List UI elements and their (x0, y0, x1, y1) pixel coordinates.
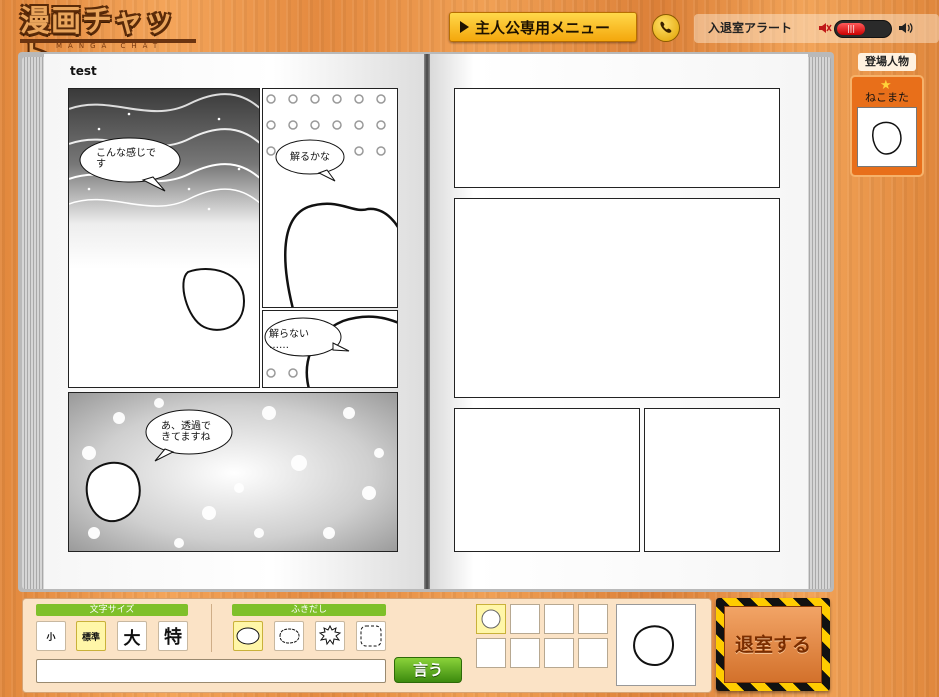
speech-bubble-2: 解るかな (273, 137, 351, 183)
face-slot-7[interactable] (544, 638, 574, 668)
shout-bubble-icon[interactable] (315, 621, 345, 651)
panel-background-sparkle (69, 89, 259, 387)
panel-background-swirl (266, 94, 397, 307)
font-size-special-button[interactable]: 特 (158, 621, 188, 651)
face-slot-1[interactable] (476, 604, 506, 634)
face-slot-3[interactable] (544, 604, 574, 634)
face-slot-8[interactable] (578, 638, 608, 668)
face-slot-5[interactable] (476, 638, 506, 668)
alert-toggle-knob[interactable]: ||| (837, 23, 865, 35)
book-spine (424, 54, 430, 589)
empty-panel-3 (454, 408, 640, 552)
protagonist-menu-button[interactable]: 主人公専用メニュー (449, 12, 637, 42)
speech-bubble-1-line-2: す (96, 159, 106, 170)
phone-icon[interactable] (652, 14, 680, 42)
volume-icon[interactable] (898, 21, 914, 35)
alert-toggle[interactable]: ||| (834, 20, 892, 38)
speech-bubble-3-line-1: 解らない (269, 329, 309, 340)
font-size-small-button[interactable]: 小 (36, 621, 66, 651)
app-logo: 漫画チャット MANGA CHAT (20, 5, 198, 73)
oval-bubble-icon[interactable] (233, 621, 263, 651)
speech-bubble-4-line-2: きてますね (161, 432, 211, 443)
entry-alert-label: 入退室アラート (708, 21, 793, 35)
manga-panel-2: 解るかな (262, 88, 398, 308)
book-pages-edge-left (22, 57, 46, 589)
bubble-style-label: ふきだし (232, 604, 386, 616)
exit-button-frame: 退室する (716, 598, 830, 691)
say-button[interactable]: 言う (394, 657, 462, 683)
character-face-outline (284, 202, 397, 307)
face-slot-4[interactable] (578, 604, 608, 634)
exit-room-button[interactable]: 退室する (724, 606, 822, 683)
speech-bubble-1-line-1: こんな感じで (96, 148, 156, 159)
speech-bubble-4-line-1: あ、透過で (161, 421, 211, 432)
manga-panel-4: あ、透過で きてますね (68, 392, 398, 552)
empty-panel-1 (454, 88, 780, 188)
cloud-bubble-icon[interactable] (274, 621, 304, 651)
font-size-large-button[interactable]: 大 (117, 621, 147, 651)
font-size-label: 文字サイズ (36, 604, 188, 616)
protagonist-menu-label: 主人公専用メニュー (475, 18, 611, 37)
speech-bubble-3: 解らない …… (263, 315, 351, 363)
character-card[interactable]: ★ ねこまた (852, 77, 922, 175)
character-name: ねこまた (865, 91, 909, 104)
font-size-normal-button[interactable]: 標準 (76, 621, 106, 651)
mute-icon[interactable] (818, 21, 832, 35)
play-arrow-icon (460, 21, 469, 33)
character-face-outline (85, 461, 141, 523)
face-slot-6[interactable] (510, 638, 540, 668)
manga-panel-1: こんな感じで す (68, 88, 260, 388)
message-input[interactable] (36, 659, 386, 683)
dashed-bubble-icon[interactable] (356, 621, 386, 651)
speech-bubble-2-text: 解るかな (290, 152, 330, 163)
speech-bubble-4: あ、透過で きてますね (143, 407, 235, 463)
speech-bubble-3-line-2: …… (269, 340, 289, 351)
face-icon (857, 107, 917, 167)
room-title: test (70, 64, 97, 78)
toolbar-separator (211, 604, 212, 652)
face-slot-2[interactable] (510, 604, 540, 634)
empty-panel-4 (644, 408, 780, 552)
book-pages-edge-right (806, 57, 831, 589)
logo-subtitle: MANGA CHAT (56, 42, 164, 50)
characters-label: 登場人物 (858, 53, 916, 71)
manga-panel-3: 解らない …… (262, 310, 398, 388)
face-preview (616, 604, 696, 686)
empty-panel-2 (454, 198, 780, 398)
speech-bubble-1: こんな感じで す (77, 135, 189, 193)
